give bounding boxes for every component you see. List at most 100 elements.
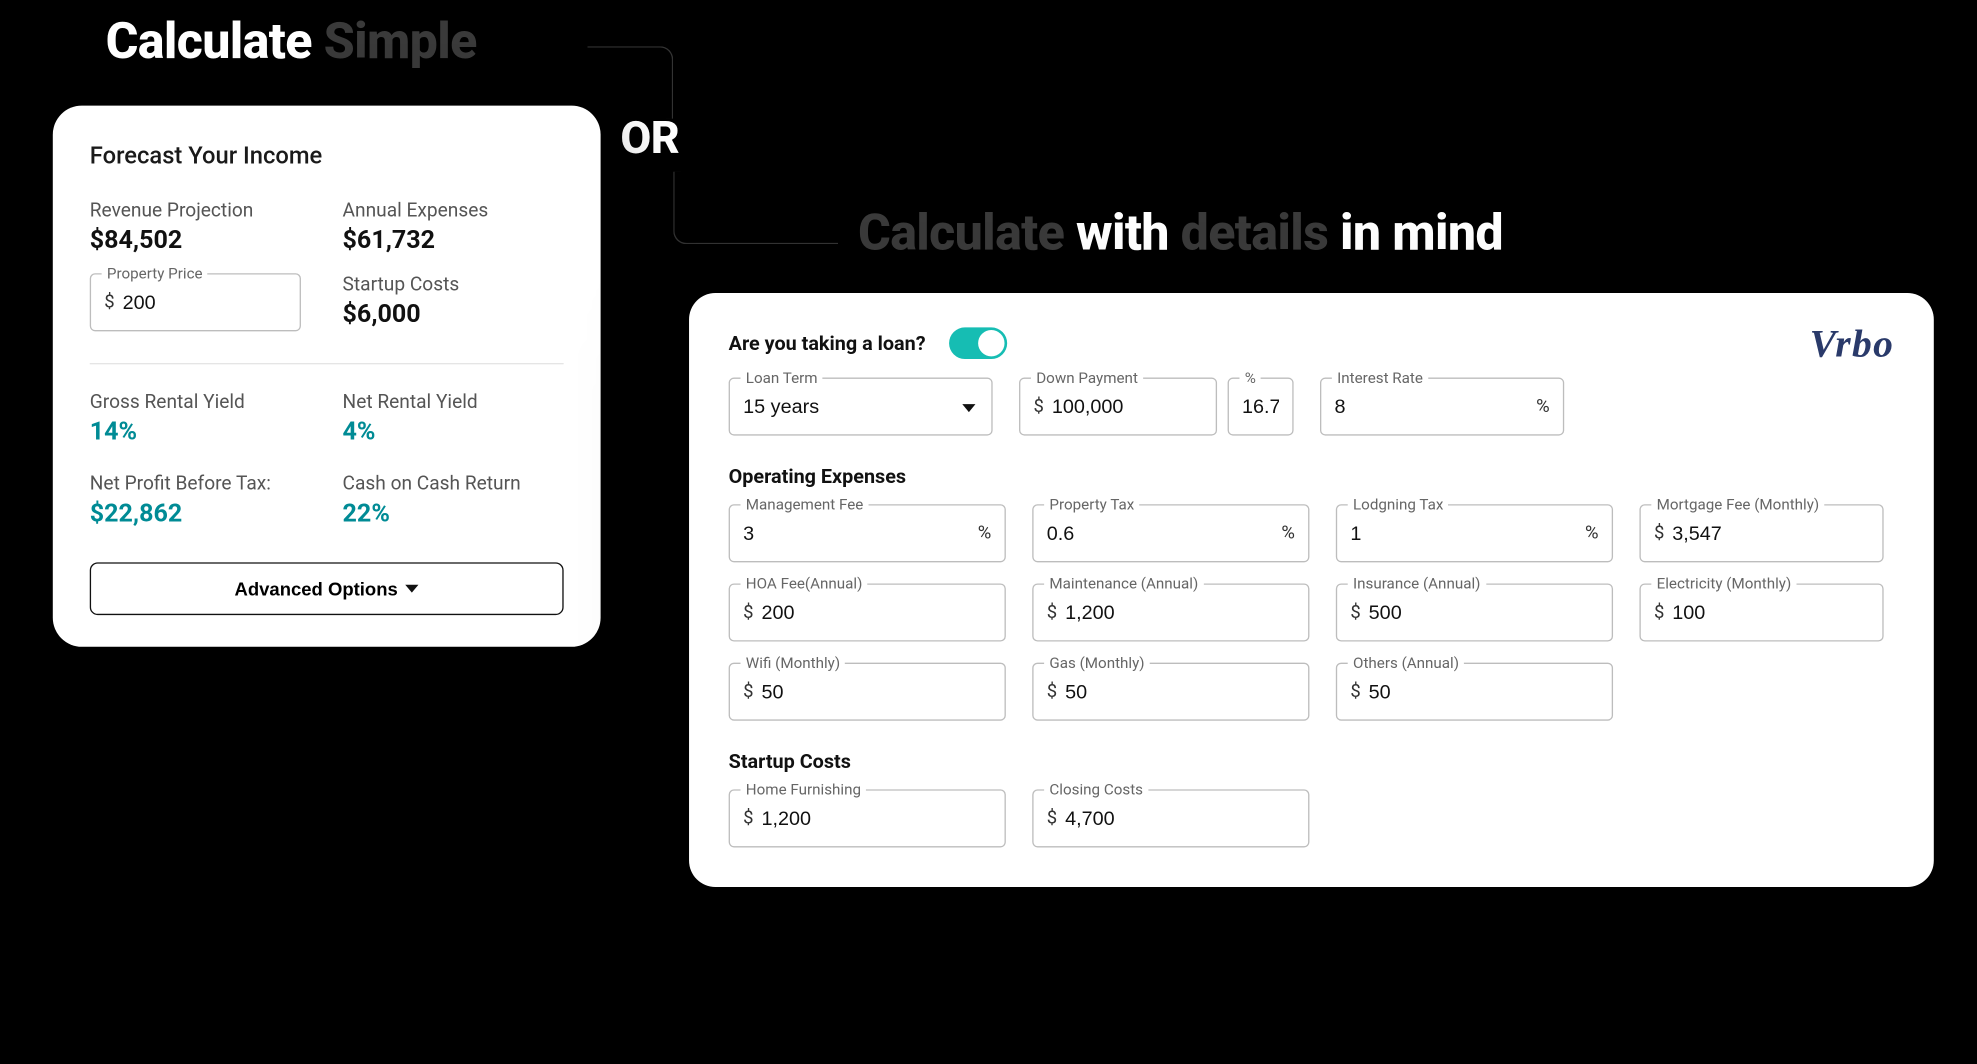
card-title: Forecast Your Income <box>90 143 564 171</box>
closing-legend: Closing Costs <box>1044 780 1148 798</box>
property-price-legend: Property Price <box>102 264 208 282</box>
closing-field[interactable] <box>1065 807 1295 829</box>
dollar-prefix: $ <box>104 292 114 313</box>
furnishing-legend: Home Furnishing <box>741 780 867 798</box>
loan-question-label: Are you taking a loan? <box>729 331 926 355</box>
interest-rate-input[interactable]: Interest Rate % <box>1320 378 1564 436</box>
gross-yield-label: Gross Rental Yield <box>90 391 311 413</box>
interest-rate-legend: Interest Rate <box>1332 368 1428 386</box>
dollar-prefix: $ <box>1047 602 1057 623</box>
management-fee-input[interactable]: Management Fee % <box>729 504 1006 562</box>
dollar-prefix: $ <box>1654 602 1664 623</box>
advanced-options-button[interactable]: Advanced Options <box>90 562 564 615</box>
headline-simple: Calculate Simple <box>106 13 477 71</box>
revenue-value: $84,502 <box>90 224 311 254</box>
electricity-field[interactable] <box>1672 601 1869 623</box>
down-payment-pct-legend: % <box>1239 368 1261 386</box>
divider <box>90 363 564 364</box>
wifi-input[interactable]: Wifi (Monthly) $ <box>729 663 1006 721</box>
percent-suffix: % <box>978 523 992 544</box>
loan-toggle[interactable] <box>949 327 1007 359</box>
down-payment-field[interactable] <box>1052 395 1203 417</box>
hoa-field[interactable] <box>761 601 991 623</box>
simple-calculator-card: Forecast Your Income Revenue Projection … <box>53 106 601 647</box>
net-profit-value: $22,862 <box>90 498 311 528</box>
mgmt-fee-legend: Management Fee <box>741 495 869 513</box>
dollar-prefix: $ <box>1047 808 1057 829</box>
revenue-label: Revenue Projection <box>90 199 311 221</box>
maintenance-field[interactable] <box>1065 601 1295 623</box>
startup-costs-title: Startup Costs <box>729 750 1895 774</box>
startup-costs-value: $6,000 <box>343 298 564 328</box>
detailed-calculator-card: Vrbo Are you taking a loan? Loan Term 15… <box>689 293 1934 887</box>
closing-costs-input[interactable]: Closing Costs $ <box>1032 789 1309 847</box>
percent-suffix: % <box>1536 396 1550 417</box>
expenses-label: Annual Expenses <box>343 199 564 221</box>
net-yield-label: Net Rental Yield <box>343 391 564 413</box>
net-profit-label: Net Profit Before Tax: <box>90 473 311 495</box>
insurance-field[interactable] <box>1369 601 1599 623</box>
others-field[interactable] <box>1369 680 1599 702</box>
hoa-legend: HOA Fee(Annual) <box>741 574 868 592</box>
connector-line <box>673 172 838 245</box>
dollar-prefix: $ <box>743 808 753 829</box>
startup-costs-label: Startup Costs <box>343 273 564 295</box>
loan-term-legend: Loan Term <box>741 368 823 386</box>
dollar-prefix: $ <box>1350 681 1360 702</box>
property-price-field[interactable] <box>123 291 287 313</box>
lodging-tax-field[interactable] <box>1350 522 1585 544</box>
lodging-tax-legend: Lodgning Tax <box>1348 495 1449 513</box>
headline-details: Calculate with details in mind <box>858 205 1503 263</box>
advanced-options-label: Advanced Options <box>235 578 398 599</box>
mgmt-fee-field[interactable] <box>743 522 978 544</box>
brand-logo: Vrbo <box>1810 322 1895 367</box>
maintenance-input[interactable]: Maintenance (Annual) $ <box>1032 583 1309 641</box>
property-tax-field[interactable] <box>1047 522 1282 544</box>
dollar-prefix: $ <box>1047 681 1057 702</box>
connector-line <box>587 46 673 119</box>
gas-field[interactable] <box>1065 680 1295 702</box>
cash-return-label: Cash on Cash Return <box>343 473 564 495</box>
dollar-prefix: $ <box>743 602 753 623</box>
property-tax-legend: Property Tax <box>1044 495 1140 513</box>
property-price-input[interactable]: Property Price $ <box>90 273 301 331</box>
others-input[interactable]: Others (Annual) $ <box>1336 663 1613 721</box>
hoa-input[interactable]: HOA Fee(Annual) $ <box>729 583 1006 641</box>
chevron-down-icon <box>406 585 419 593</box>
mortgage-fee-input[interactable]: Mortgage Fee (Monthly) $ <box>1639 504 1883 562</box>
down-payment-input[interactable]: Down Payment $ <box>1019 378 1217 436</box>
insurance-legend: Insurance (Annual) <box>1348 574 1486 592</box>
maintenance-legend: Maintenance (Annual) <box>1044 574 1203 592</box>
others-legend: Others (Annual) <box>1348 653 1465 671</box>
down-payment-legend: Down Payment <box>1031 368 1143 386</box>
operating-expenses-title: Operating Expenses <box>729 465 1895 489</box>
cash-return-value: 22% <box>343 498 564 528</box>
headline-or: OR <box>620 112 679 165</box>
gas-input[interactable]: Gas (Monthly) $ <box>1032 663 1309 721</box>
dollar-prefix: $ <box>1350 602 1360 623</box>
dollar-prefix: $ <box>1034 396 1044 417</box>
percent-suffix: % <box>1281 523 1295 544</box>
property-tax-input[interactable]: Property Tax % <box>1032 504 1309 562</box>
furnishing-field[interactable] <box>761 807 991 829</box>
mortgage-fee-field[interactable] <box>1672 522 1869 544</box>
lodging-tax-input[interactable]: Lodgning Tax % <box>1336 504 1613 562</box>
electricity-input[interactable]: Electricity (Monthly) $ <box>1639 583 1883 641</box>
gross-yield-value: 14% <box>90 416 311 446</box>
loan-term-select[interactable]: Loan Term 15 years <box>729 378 993 436</box>
electricity-legend: Electricity (Monthly) <box>1651 574 1796 592</box>
dollar-prefix: $ <box>743 681 753 702</box>
down-payment-pct-input[interactable]: % <box>1228 378 1294 436</box>
furnishing-input[interactable]: Home Furnishing $ <box>729 789 1006 847</box>
wifi-field[interactable] <box>761 680 991 702</box>
toggle-knob <box>978 330 1004 356</box>
dollar-prefix: $ <box>1654 523 1664 544</box>
insurance-input[interactable]: Insurance (Annual) $ <box>1336 583 1613 641</box>
mortgage-fee-legend: Mortgage Fee (Monthly) <box>1651 495 1824 513</box>
expenses-value: $61,732 <box>343 224 564 254</box>
wifi-legend: Wifi (Monthly) <box>741 653 846 671</box>
interest-rate-field[interactable] <box>1335 395 1537 417</box>
net-yield-value: 4% <box>343 416 564 446</box>
down-payment-pct-field[interactable] <box>1242 395 1279 417</box>
loan-term-field[interactable]: 15 years <box>743 395 978 417</box>
